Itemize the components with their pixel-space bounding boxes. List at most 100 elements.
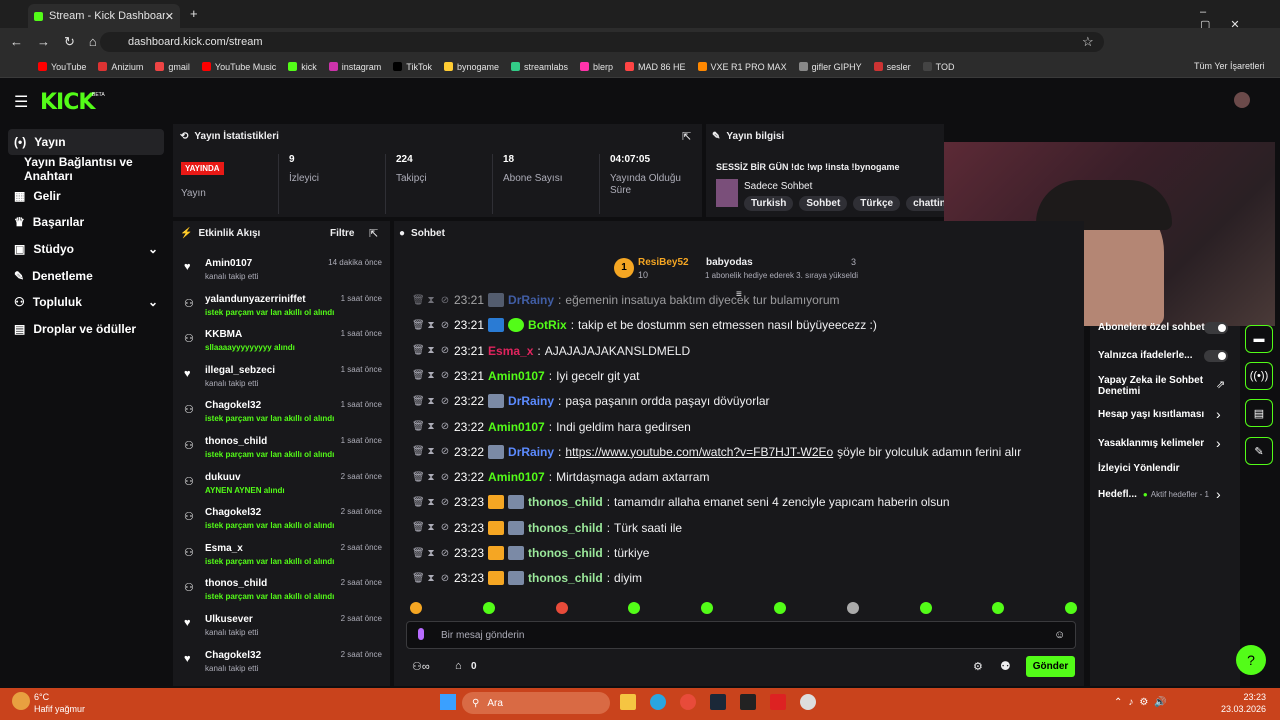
chat-link[interactable]: https://www.youtube.com/watch?v=FB7HJT-W…	[565, 445, 833, 459]
nav-buttons[interactable]: ←→↻⌂	[10, 34, 111, 50]
emote-icon[interactable]	[410, 602, 422, 614]
bookmark-item[interactable]: kick	[288, 62, 317, 72]
ban-icon[interactable]: ⊘	[440, 396, 450, 407]
chat-message[interactable]: 🗑 ⧗ ⊘ 23:21 Esma_x: AJAJAJAJAKANSLDMELD	[412, 341, 690, 361]
ban-icon[interactable]: ⊘	[440, 573, 450, 584]
bookmark-star-icon[interactable]: ☆	[1082, 34, 1094, 50]
bookmark-item[interactable]: gmail	[155, 62, 190, 72]
activity-item[interactable]: ⚇ Chagokel32 1 saat önce istek parçam va…	[182, 400, 382, 434]
timeout-icon[interactable]: ⧗	[426, 548, 436, 559]
delete-icon[interactable]: 🗑	[412, 446, 425, 457]
bookmark-item[interactable]: YouTube	[38, 62, 86, 72]
emote-icon[interactable]	[919, 602, 932, 614]
url-input[interactable]: dashboard.kick.com/stream	[100, 32, 1104, 52]
message-user[interactable]: DrRainy	[508, 293, 554, 307]
ban-icon[interactable]: ⊘	[440, 446, 450, 457]
broadcast-tool-button[interactable]: ((•))	[1245, 362, 1273, 390]
ban-icon[interactable]: ⊘	[440, 497, 450, 508]
activity-item[interactable]: ⚇ Chagokel32 2 saat önce istek parçam va…	[182, 507, 382, 541]
sidebar-item-drops[interactable]: ▤ Droplar ve ödüller	[8, 316, 164, 342]
bookmark-item[interactable]: sesler	[873, 62, 911, 72]
chat-message[interactable]: 🗑 ⧗ ⊘ 23:22 DrRainy: paşa paşanın ordda …	[412, 391, 770, 411]
bookmark-item[interactable]: gifler GIPHY	[798, 62, 862, 72]
timeout-icon[interactable]: ⧗	[426, 345, 436, 356]
timeout-icon[interactable]: ⧗	[426, 421, 436, 432]
sidebar-item-moderation[interactable]: ✎ Denetleme	[8, 263, 164, 289]
wrench-tool-button[interactable]: ✎	[1245, 437, 1273, 465]
ban-icon[interactable]: ⊘	[440, 295, 450, 306]
delete-icon[interactable]: 🗑	[412, 472, 425, 483]
activity-item[interactable]: ♥ Amin0107 14 dakika önce kanalı takip e…	[182, 258, 382, 292]
new-tab-icon[interactable]: +	[190, 6, 198, 21]
sidebar-item-community[interactable]: ⚇ Topluluk ⌄	[8, 289, 164, 315]
activity-item[interactable]: ♥ Chagokel32 2 saat önce kanalı takip et…	[182, 650, 382, 684]
message-user[interactable]: Amin0107	[488, 470, 545, 484]
chrome-icon[interactable]	[680, 694, 696, 710]
account-age[interactable]: Hesap yaşı kısıtlaması	[1098, 409, 1204, 420]
chat-message[interactable]: 🗑 ⧗ ⊘ 23:21 Amin0107: Iyi gecelr git yat	[412, 366, 639, 386]
timeout-icon[interactable]: ⧗	[426, 396, 436, 407]
mic-icon[interactable]	[418, 628, 424, 640]
chat-tool-button[interactable]: ▬	[1245, 325, 1273, 353]
bookmark-item[interactable]: TikTok	[393, 62, 432, 72]
message-user[interactable]: thonos_child	[528, 546, 603, 560]
bookmark-item[interactable]: blerp	[580, 62, 613, 72]
chat-message[interactable]: 🗑 ⧗ ⊘ 23:23 thonos_child: türkiye	[412, 543, 649, 563]
bookmark-item[interactable]: instagram	[328, 62, 381, 72]
ban-icon[interactable]: ⊘	[440, 421, 450, 432]
sidebar-item-studio[interactable]: ▣ Stüdyo ⌄	[8, 236, 164, 262]
taskbar-search[interactable]: ⚲ Ara	[462, 692, 610, 714]
ban-icon[interactable]: ⊘	[440, 345, 450, 356]
file-explorer-icon[interactable]	[620, 694, 636, 710]
edge-icon[interactable]	[650, 694, 666, 710]
delete-icon[interactable]: 🗑	[412, 573, 425, 584]
activity-item[interactable]: ⚇ Esma_x 2 saat önce istek parçam var la…	[182, 543, 382, 577]
all-bookmarks[interactable]: Tüm Yer İşaretleri	[1194, 61, 1265, 71]
message-user[interactable]: DrRainy	[508, 394, 554, 408]
chat-message[interactable]: 🗑 ⧗ ⊘ 23:23 thonos_child: tamamdır allah…	[412, 492, 950, 512]
delete-icon[interactable]: 🗑	[412, 522, 425, 533]
delete-icon[interactable]: 🗑	[412, 548, 425, 559]
ban-icon[interactable]: ⊘	[440, 522, 450, 533]
timeout-icon[interactable]: ⧗	[426, 522, 436, 533]
browser-tab[interactable]: Stream - Kick Dashboard ✕	[28, 4, 180, 28]
chat-message[interactable]: 🗑 ⧗ ⊘ 23:22 Amin0107: Mirtdaşmaga adam a…	[412, 467, 709, 487]
timeout-icon[interactable]: ⧗	[426, 320, 436, 331]
message-user[interactable]: DrRainy	[508, 445, 554, 459]
help-button[interactable]: ?	[1236, 645, 1266, 675]
avatar[interactable]	[1234, 92, 1250, 108]
message-user[interactable]: Esma_x	[488, 344, 533, 358]
popout-icon[interactable]: ⇱	[682, 130, 691, 143]
store-icon[interactable]: ⌂	[455, 660, 462, 672]
epic-games-icon[interactable]	[740, 694, 756, 710]
delete-icon[interactable]: 🗑	[412, 295, 425, 306]
chat-message[interactable]: 🗑 ⧗ ⊘ 23:23 thonos_child: diyim	[412, 568, 642, 588]
menu-icon[interactable]: ☰	[14, 92, 28, 112]
message-user[interactable]: thonos_child	[528, 571, 603, 585]
gear-icon[interactable]: ⚙	[973, 660, 983, 673]
link-icon[interactable]: ⚇∞	[412, 660, 430, 673]
message-user[interactable]: Amin0107	[488, 420, 545, 434]
sidebar-item-achievements[interactable]: ♛ Başarılar	[8, 209, 164, 235]
message-user[interactable]: Amin0107	[488, 369, 545, 383]
message-user[interactable]: thonos_child	[528, 521, 603, 535]
bookmark-item[interactable]: streamlabs	[511, 62, 568, 72]
goals[interactable]: Hedefl... ● Aktif hedefler - 1	[1098, 489, 1209, 500]
bookmark-item[interactable]: Anizium	[98, 62, 143, 72]
delete-icon[interactable]: 🗑	[412, 320, 425, 331]
chat-message[interactable]: 🗑 ⧗ ⊘ 23:22 Amin0107: Indi geldim hara g…	[412, 417, 691, 437]
emote-icon[interactable]	[846, 602, 859, 614]
sidebar-item-stream[interactable]: (•) Yayın	[8, 129, 164, 155]
activity-item[interactable]: ⚇ KKBMA 1 saat önce sllaaaayyyyyyyyy alı…	[182, 329, 382, 363]
kick-logo[interactable]: KICK	[40, 90, 95, 115]
app-icon[interactable]	[770, 694, 786, 710]
emote-icon[interactable]	[774, 602, 786, 614]
bookmark-item[interactable]: YouTube Music	[201, 62, 276, 72]
timeout-icon[interactable]: ⧗	[426, 472, 436, 483]
emote-icon[interactable]	[555, 602, 568, 614]
ban-icon[interactable]: ⊘	[440, 548, 450, 559]
top-gifter-name[interactable]: ResiBey52	[638, 257, 689, 268]
activity-item[interactable]: ⚇ thonos_child 1 saat önce istek parçam …	[182, 436, 382, 470]
raid-viewers[interactable]: İzleyici Yönlendir	[1098, 463, 1180, 474]
chat-message[interactable]: 🗑 ⧗ ⊘ 23:21 DrRainy: eğemenin insatuya b…	[412, 290, 840, 310]
